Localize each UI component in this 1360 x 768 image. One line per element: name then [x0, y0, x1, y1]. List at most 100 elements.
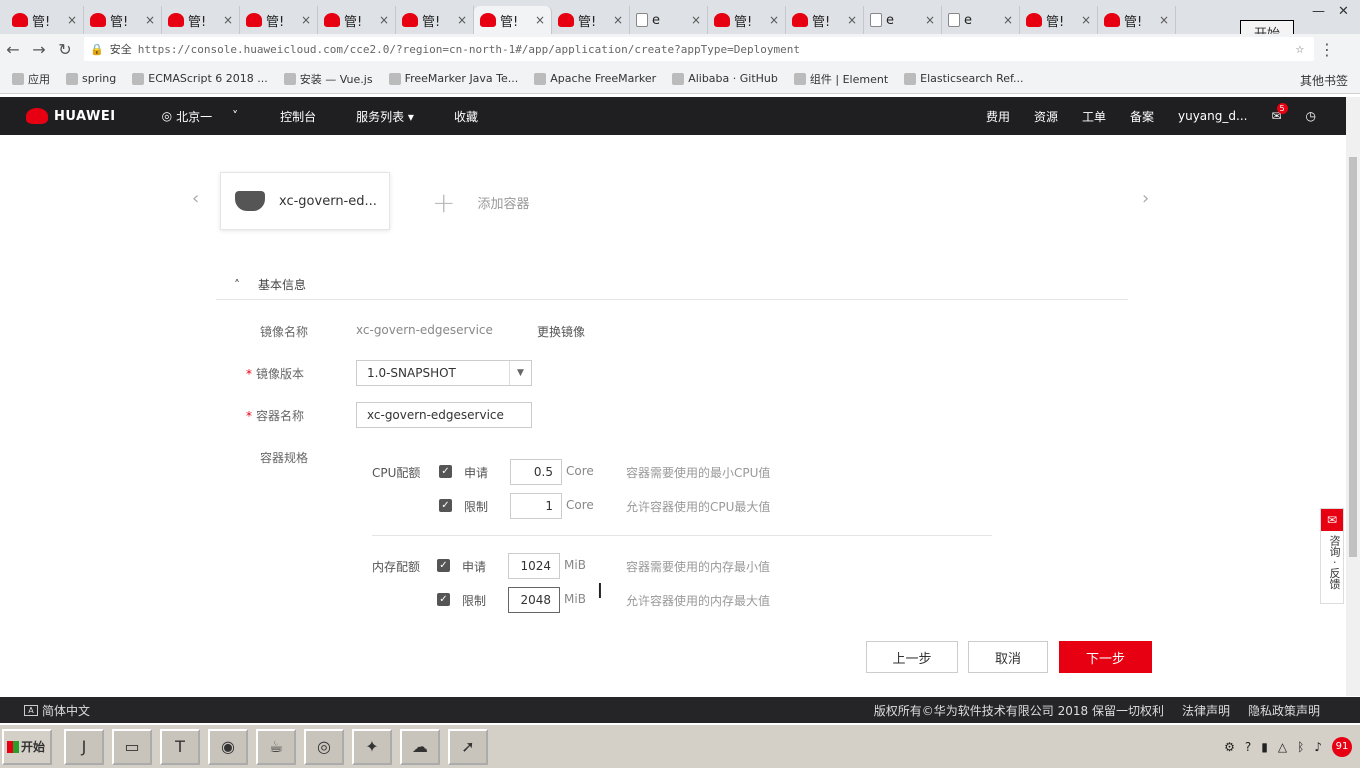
bookmark-item[interactable]: 应用 [12, 71, 50, 87]
browser-tab[interactable]: 管! × [708, 6, 786, 34]
browser-tab[interactable]: 管! × [552, 6, 630, 34]
privacy-link[interactable]: 隐私政策声明 [1248, 702, 1320, 719]
close-tab-icon[interactable]: × [145, 13, 155, 27]
feedback-tab[interactable]: ✉ 咨询 · 反馈 [1320, 508, 1344, 604]
close-tab-icon[interactable]: × [1003, 13, 1013, 27]
pointer-app-icon[interactable]: ➚ [448, 728, 488, 765]
battery-icon[interactable]: ▮ [1261, 740, 1268, 754]
basic-info-header[interactable]: ˄ 基本信息 [216, 270, 1128, 300]
close-tab-icon[interactable]: × [613, 13, 623, 27]
add-container-button[interactable]: + 添加容器 [432, 186, 529, 219]
explorer-icon[interactable]: ▭ [112, 728, 152, 765]
close-tab-icon[interactable]: × [457, 13, 467, 27]
header-right-item[interactable]: 备案 [1130, 108, 1154, 125]
close-window-icon[interactable]: ✕ [1338, 4, 1349, 19]
close-tab-icon[interactable]: × [379, 13, 389, 27]
header-right-item[interactable]: 费用 [986, 108, 1010, 125]
container-card[interactable]: xc-govern-ed... [220, 172, 390, 230]
close-tab-icon[interactable]: × [769, 13, 779, 27]
header-right-item[interactable]: yuyang_d... [1178, 109, 1247, 123]
browser-tab[interactable]: 管! × [474, 6, 552, 34]
header-menu-item[interactable]: 控制台 [280, 108, 316, 125]
notification-icon[interactable]: ✉ 5 [1271, 103, 1288, 123]
clock-badge[interactable]: 91 [1332, 736, 1352, 757]
cloud-icon[interactable]: ☁ [400, 728, 440, 765]
bookmark-item[interactable]: ECMAScript 6 2018 ... [132, 72, 268, 85]
cpu-limit-checkbox[interactable]: ✓ [439, 499, 452, 512]
vertical-scrollbar[interactable] [1346, 97, 1360, 696]
bookmark-item[interactable]: FreeMarker Java Te... [388, 72, 518, 85]
cpu-request-input[interactable]: 0.5 [510, 459, 562, 485]
header-menu-item[interactable]: 服务列表 ▾ [356, 108, 414, 125]
cpu-request-checkbox[interactable]: ✓ [439, 465, 452, 478]
browser-tab[interactable]: e × [864, 6, 942, 34]
other-bookmarks[interactable]: 其他书签 [1300, 72, 1348, 89]
close-tab-icon[interactable]: × [1159, 13, 1169, 27]
browser-tab[interactable]: 管! × [240, 6, 318, 34]
reload-icon[interactable]: ↻ [52, 40, 78, 59]
legal-link[interactable]: 法律声明 [1182, 702, 1230, 719]
recorder-icon[interactable]: ◉ [208, 728, 248, 765]
huawei-logo[interactable]: HUAWEI [26, 108, 116, 124]
header-right-item[interactable]: 工单 [1082, 108, 1106, 125]
bookmark-item[interactable]: Apache FreeMarker [534, 72, 656, 85]
typora-icon[interactable]: T [160, 728, 200, 765]
image-version-select[interactable]: 1.0-SNAPSHOT ▼ [356, 360, 532, 386]
app-icon[interactable]: ✦ [352, 728, 392, 765]
browser-tab[interactable]: 管! × [84, 6, 162, 34]
scrollbar-thumb[interactable] [1349, 157, 1357, 557]
close-tab-icon[interactable]: × [535, 13, 545, 27]
close-tab-icon[interactable]: × [691, 13, 701, 27]
bookmark-item[interactable]: 安装 — Vue.js [283, 71, 373, 87]
start-button[interactable]: 开始 [2, 728, 52, 765]
bookmark-item[interactable]: Alibaba · GitHub [672, 72, 778, 85]
memory-request-input[interactable]: 1024 [508, 553, 560, 579]
region-selector[interactable]: ◎ 北京一 ˅ [162, 108, 239, 125]
bell-icon[interactable]: △ [1278, 740, 1287, 754]
network-icon[interactable]: ⚙ [1224, 740, 1235, 754]
bookmark-item[interactable]: 组件 | Element [793, 71, 888, 87]
intellij-icon[interactable]: J [64, 728, 104, 765]
close-tab-icon[interactable]: × [67, 13, 77, 27]
browser-tab[interactable]: 管! × [1020, 6, 1098, 34]
change-image-link[interactable]: 更换镜像 [537, 323, 585, 340]
close-tab-icon[interactable]: × [925, 13, 935, 27]
browser-tab[interactable]: 管! × [6, 6, 84, 34]
cancel-button[interactable]: 取消 [968, 641, 1048, 673]
close-tab-icon[interactable]: × [301, 13, 311, 27]
bookmark-item[interactable]: spring [66, 72, 116, 85]
header-menu-item[interactable]: 收藏 [454, 108, 478, 125]
header-right-item[interactable]: 资源 [1034, 108, 1058, 125]
prev-step-button[interactable]: 上一步 [866, 641, 958, 673]
help-icon[interactable]: ? [1245, 740, 1251, 754]
menu-icon[interactable]: ⋮ [1314, 40, 1340, 59]
close-tab-icon[interactable]: × [1081, 13, 1091, 27]
cpu-limit-input[interactable]: 1 [510, 493, 562, 519]
browser-tab[interactable]: 管! × [1098, 6, 1176, 34]
chrome-icon[interactable]: ◎ [304, 728, 344, 765]
browser-tab[interactable]: 管! × [318, 6, 396, 34]
memory-limit-input[interactable]: 2048 [508, 587, 560, 613]
memory-request-checkbox[interactable]: ✓ [437, 559, 450, 572]
carousel-next-icon[interactable]: › [1142, 188, 1149, 209]
browser-tab[interactable]: e × [630, 6, 708, 34]
java-icon[interactable]: ☕ [256, 728, 296, 765]
carousel-prev-icon[interactable]: ‹ [192, 188, 199, 209]
back-icon[interactable]: ← [0, 40, 26, 59]
browser-tab[interactable]: 管! × [162, 6, 240, 34]
next-step-button[interactable]: 下一步 [1059, 641, 1152, 673]
url-input[interactable]: 🔒 安全 https://console.huaweicloud.com/cce… [84, 37, 1314, 61]
forward-icon[interactable]: → [26, 40, 52, 59]
bluetooth-icon[interactable]: ᛒ [1297, 740, 1304, 754]
volume-icon[interactable]: ♪ [1314, 740, 1322, 754]
clock-icon[interactable]: ◷ [1306, 109, 1316, 123]
browser-tab[interactable]: e × [942, 6, 1020, 34]
memory-limit-checkbox[interactable]: ✓ [437, 593, 450, 606]
close-tab-icon[interactable]: × [847, 13, 857, 27]
bookmark-star-icon[interactable]: ☆ [1296, 41, 1304, 57]
browser-tab[interactable]: 管! × [786, 6, 864, 34]
container-name-input[interactable] [356, 402, 532, 428]
language-selector[interactable]: A 简体中文 [24, 702, 90, 719]
browser-tab[interactable]: 管! × [396, 6, 474, 34]
bookmark-item[interactable]: Elasticsearch Ref... [904, 72, 1024, 85]
